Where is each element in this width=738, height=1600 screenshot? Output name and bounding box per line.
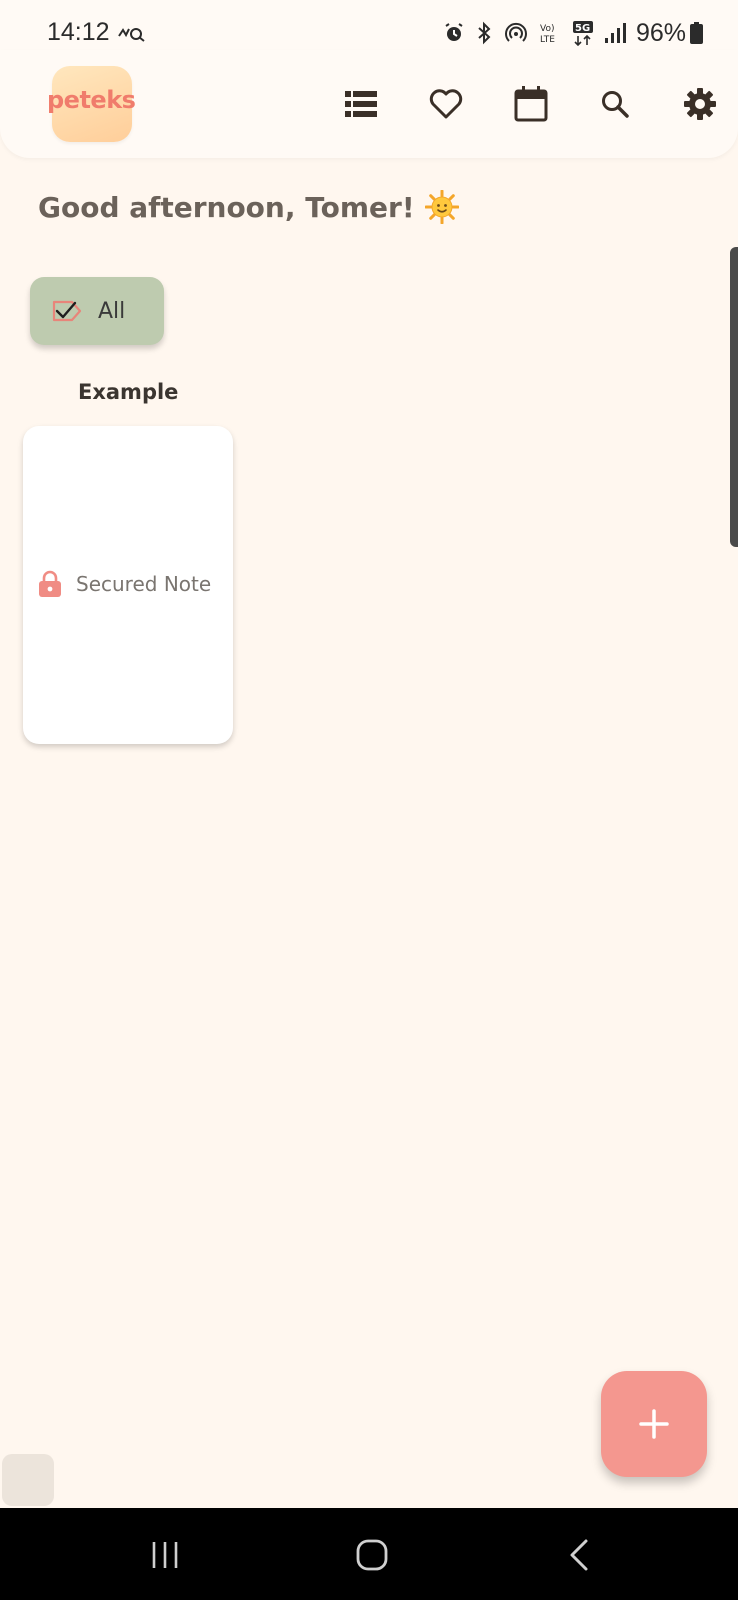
svg-text:5G: 5G [575,23,590,34]
greeting-text: Good afternoon, Tomer! [38,190,415,224]
list-view-icon[interactable] [342,85,380,123]
tag-check-icon [52,300,82,322]
secured-note-row: Secured Note [38,570,211,598]
note-label: Secured Note [76,572,212,596]
drawer-handle[interactable] [2,1454,54,1506]
filter-chip-all[interactable]: All [30,277,164,345]
home-icon [356,1539,388,1571]
status-time: 14:12 [47,18,110,46]
filter-chip-label: All [98,298,126,324]
battery-percentage: 96% [635,18,686,47]
lock-icon [39,570,61,597]
settings-gear-icon[interactable] [681,85,719,123]
sun-emoji-icon [424,190,459,224]
back-icon [570,1539,588,1571]
alarm-icon [445,23,463,41]
hotspot-icon [504,22,527,42]
battery-icon [690,22,703,44]
favorites-heart-icon[interactable] [427,85,465,123]
system-nav-bar [0,1508,738,1600]
home-button[interactable] [342,1530,402,1580]
app-header: peteks [0,50,738,158]
plus-icon [639,1409,669,1439]
scrollbar-handle[interactable] [730,247,738,547]
app-logo[interactable]: peteks [47,66,136,142]
5g-icon: 5G [572,21,593,46]
recent-apps-button[interactable] [135,1530,195,1580]
logo-text: peteks [47,86,136,114]
section-title: Example [78,380,179,404]
bluetooth-icon [478,21,491,45]
signal-icon [604,23,626,43]
notification-app-icon [118,28,145,42]
recent-apps-icon [152,1542,178,1568]
search-icon[interactable] [596,85,634,123]
calendar-icon[interactable] [512,85,550,123]
svg-text:LTE: LTE [540,35,555,45]
note-card[interactable]: Secured Note [23,426,233,744]
volte-icon: Vo) LTE [540,24,555,45]
greeting: Good afternoon, Tomer! [38,190,459,224]
add-note-button[interactable] [601,1371,707,1477]
svg-text:Vo): Vo) [540,24,554,34]
status-icons: Vo) LTE 5G 96% [442,18,686,48]
back-button[interactable] [549,1530,609,1580]
